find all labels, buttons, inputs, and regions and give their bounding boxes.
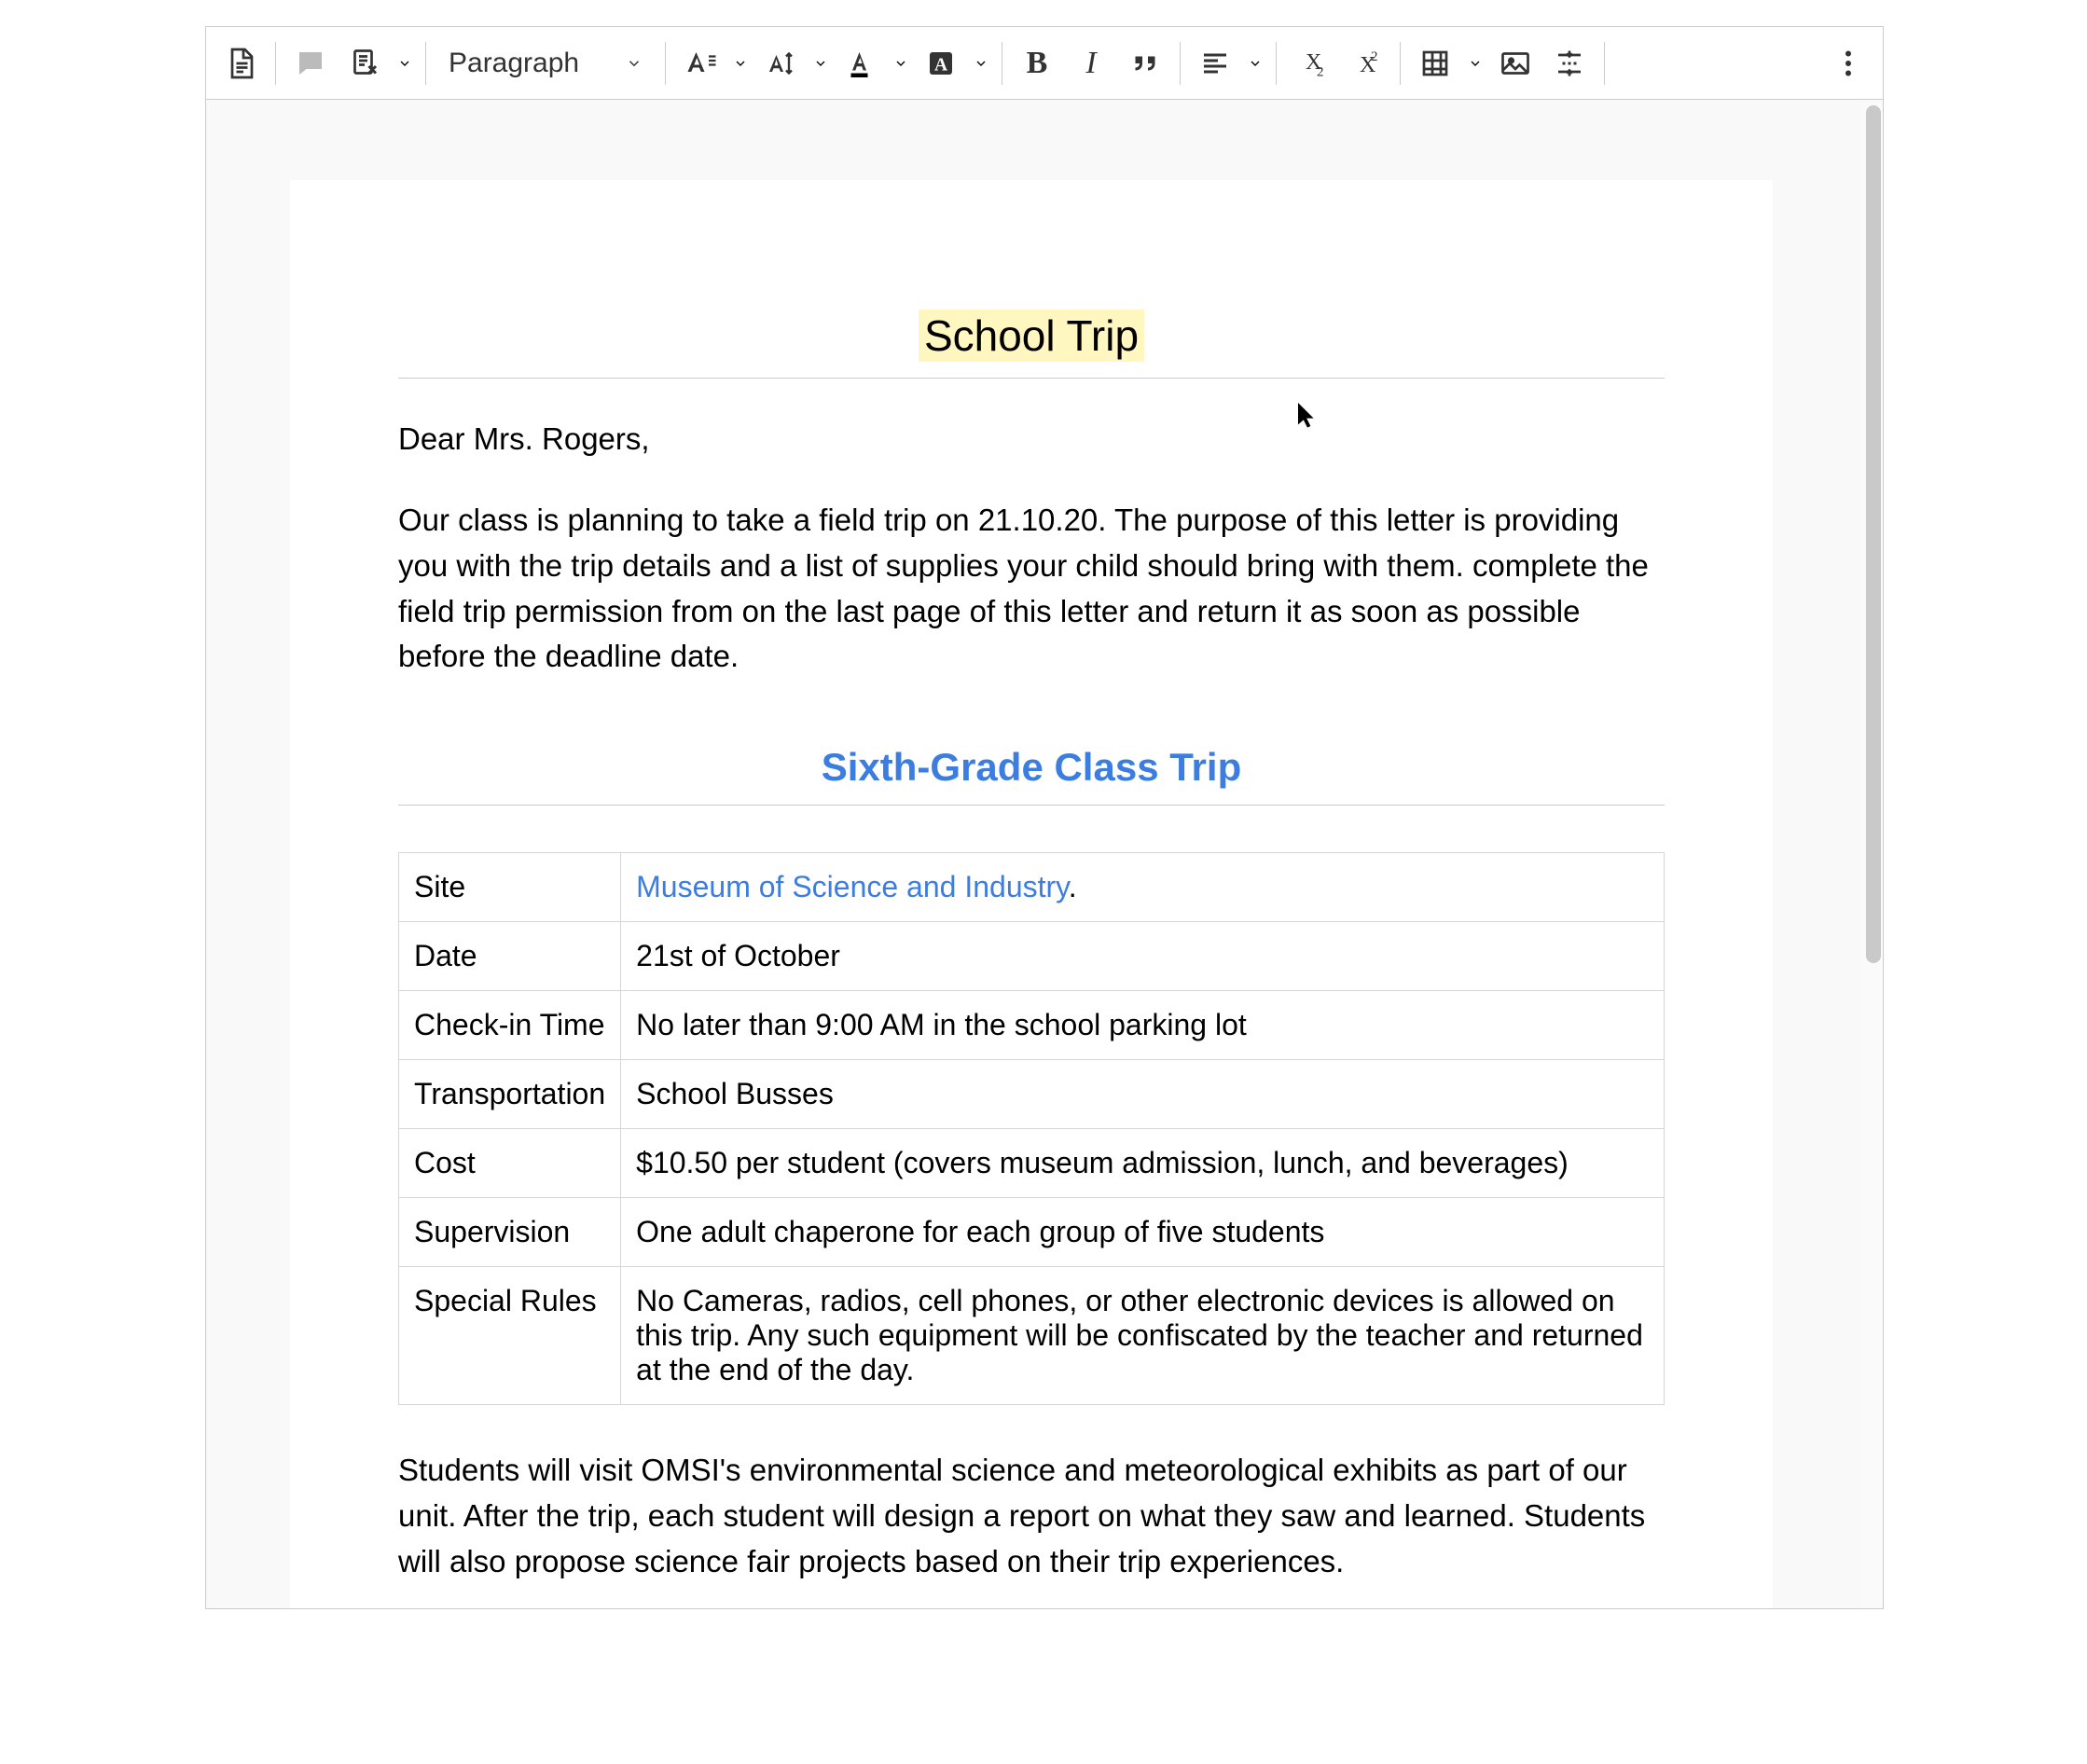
- table-cell-label[interactable]: Special Rules: [399, 1267, 621, 1405]
- image-icon: [1499, 47, 1532, 80]
- trip-details-table[interactable]: SiteMuseum of Science and Industry.Date2…: [398, 852, 1665, 1405]
- table-combo[interactable]: [1408, 35, 1488, 91]
- track-changes-icon[interactable]: [338, 35, 392, 91]
- chevron-down-icon[interactable]: [1462, 35, 1488, 91]
- more-vertical-icon: [1831, 47, 1865, 80]
- table-row[interactable]: Special RulesNo Cameras, radios, cell ph…: [399, 1267, 1665, 1405]
- chevron-down-icon[interactable]: [392, 35, 418, 91]
- table-cell-value[interactable]: $10.50 per student (covers museum admiss…: [621, 1129, 1665, 1198]
- paragraph-style-select[interactable]: Paragraph: [434, 37, 657, 90]
- track-changes-combo[interactable]: [338, 35, 418, 91]
- table-row[interactable]: Date21st of October: [399, 922, 1665, 991]
- chevron-down-icon[interactable]: [888, 35, 914, 91]
- separator: [1180, 42, 1181, 85]
- superscript-icon: X 2: [1348, 47, 1382, 80]
- salutation[interactable]: Dear Mrs. Rogers,: [398, 421, 1665, 457]
- font-color-combo[interactable]: [834, 35, 914, 91]
- align-left-icon[interactable]: [1188, 35, 1242, 91]
- subscript-icon: X 2: [1294, 47, 1328, 80]
- document-title-text: School Trip: [919, 310, 1144, 362]
- separator: [275, 42, 276, 85]
- separator: [425, 42, 426, 85]
- paragraph-style-label: Paragraph: [449, 48, 579, 79]
- chevron-down-icon[interactable]: [727, 35, 753, 91]
- italic-icon: I: [1085, 46, 1096, 81]
- scrollbar-thumb[interactable]: [1866, 105, 1881, 963]
- table-cell-value[interactable]: School Busses: [621, 1060, 1665, 1129]
- separator: [1400, 42, 1401, 85]
- table-row[interactable]: Cost$10.50 per student (covers museum ad…: [399, 1129, 1665, 1198]
- highlight-color-combo[interactable]: A: [914, 35, 994, 91]
- title-divider: [398, 378, 1665, 379]
- bold-button[interactable]: B: [1010, 35, 1064, 91]
- svg-text:2: 2: [1371, 49, 1378, 64]
- font-color-icon[interactable]: [834, 35, 888, 91]
- table-cell-label[interactable]: Check-in Time: [399, 991, 621, 1060]
- table-row[interactable]: SupervisionOne adult chaperone for each …: [399, 1198, 1665, 1267]
- table-cell-value[interactable]: One adult chaperone for each group of fi…: [621, 1198, 1665, 1267]
- editor-frame: Paragraph: [205, 26, 1884, 1609]
- chevron-down-icon[interactable]: [1242, 35, 1268, 91]
- separator: [1276, 42, 1277, 85]
- line-height-combo[interactable]: [753, 35, 834, 91]
- page-icon[interactable]: [214, 35, 268, 91]
- separator: [1604, 42, 1605, 85]
- table-cell-label[interactable]: Site: [399, 853, 621, 922]
- chevron-down-icon[interactable]: [968, 35, 994, 91]
- table-row[interactable]: SiteMuseum of Science and Industry.: [399, 853, 1665, 922]
- highlight-icon[interactable]: A: [914, 35, 968, 91]
- subheading-divider: [398, 805, 1665, 806]
- superscript-button[interactable]: X 2: [1338, 35, 1392, 91]
- font-size-combo[interactable]: [673, 35, 753, 91]
- closing-paragraph[interactable]: Students will visit OMSI's environmental…: [398, 1448, 1665, 1584]
- italic-button[interactable]: I: [1064, 35, 1118, 91]
- page-break-button[interactable]: [1542, 35, 1596, 91]
- more-menu-button[interactable]: [1821, 35, 1875, 91]
- table-cell-value[interactable]: No later than 9:00 AM in the school park…: [621, 991, 1665, 1060]
- subheading[interactable]: Sixth-Grade Class Trip: [398, 745, 1665, 790]
- table-cell-value[interactable]: Museum of Science and Industry.: [621, 853, 1665, 922]
- bold-icon: B: [1027, 46, 1048, 81]
- document-page[interactable]: School Trip Dear Mrs. Rogers, Our class …: [290, 180, 1773, 1608]
- image-button[interactable]: [1488, 35, 1542, 91]
- document-title[interactable]: School Trip: [398, 310, 1665, 361]
- table-cell-label[interactable]: Cost: [399, 1129, 621, 1198]
- svg-text:2: 2: [1317, 64, 1324, 79]
- chevron-down-icon[interactable]: [808, 35, 834, 91]
- quote-icon: [1128, 47, 1162, 80]
- comment-icon[interactable]: [283, 35, 338, 91]
- separator: [665, 42, 666, 85]
- scrollbar-track[interactable]: [1860, 100, 1883, 1608]
- table-cell-label[interactable]: Supervision: [399, 1198, 621, 1267]
- editor-window: Paragraph: [0, 0, 2087, 1764]
- table-cell-label[interactable]: Transportation: [399, 1060, 621, 1129]
- subscript-button[interactable]: X 2: [1284, 35, 1338, 91]
- table-cell-label[interactable]: Date: [399, 922, 621, 991]
- align-combo[interactable]: [1188, 35, 1268, 91]
- table-cell-value[interactable]: No Cameras, radios, cell phones, or othe…: [621, 1267, 1665, 1405]
- blockquote-button[interactable]: [1118, 35, 1172, 91]
- table-icon[interactable]: [1408, 35, 1462, 91]
- svg-text:A: A: [934, 55, 947, 75]
- document-scroll-area[interactable]: School Trip Dear Mrs. Rogers, Our class …: [206, 100, 1883, 1608]
- font-size-icon[interactable]: [673, 35, 727, 91]
- table-cell-value[interactable]: 21st of October: [621, 922, 1665, 991]
- toolbar: Paragraph: [206, 27, 1883, 100]
- table-row[interactable]: TransportationSchool Busses: [399, 1060, 1665, 1129]
- page-break-icon: [1553, 47, 1586, 80]
- line-height-icon[interactable]: [753, 35, 808, 91]
- table-cell-link[interactable]: Museum of Science and Industry: [636, 870, 1069, 903]
- intro-paragraph[interactable]: Our class is planning to take a field tr…: [398, 498, 1665, 680]
- table-row[interactable]: Check-in TimeNo later than 9:00 AM in th…: [399, 991, 1665, 1060]
